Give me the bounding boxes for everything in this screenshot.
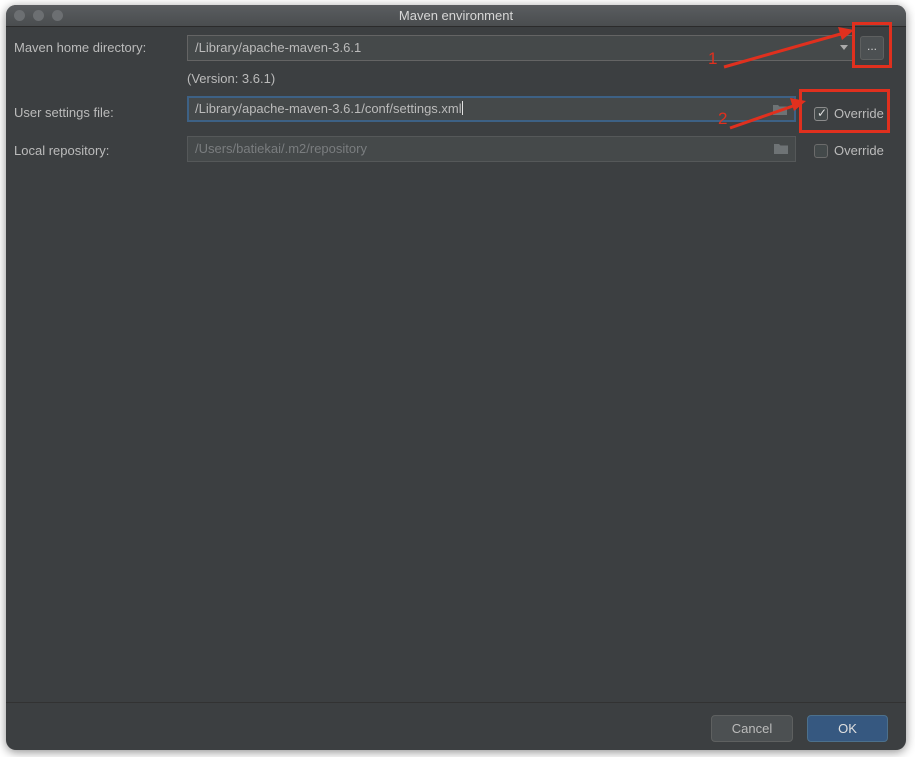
annotation-box-2 [799,89,890,133]
folder-icon [774,144,788,154]
checkbox-box[interactable] [814,144,828,158]
user-settings-label: User settings file: [14,105,114,120]
maven-home-combobox[interactable]: /Library/apache-maven-3.6.1 [187,35,854,61]
cancel-button[interactable]: Cancel [711,715,793,742]
maven-home-label: Maven home directory: [14,40,147,55]
maven-home-value: /Library/apache-maven-3.6.1 [195,40,362,55]
text-cursor [461,101,463,115]
user-settings-field[interactable]: /Library/apache-maven-3.6.1/conf/setting… [187,96,796,122]
override-label: Override [834,143,884,158]
local-repository-value: /Users/batiekai/.m2/repository [195,141,367,156]
local-repository-label: Local repository: [14,143,110,158]
footer-divider [6,702,906,703]
annotation-number-1: 1 [708,49,718,68]
chevron-down-icon[interactable] [840,45,848,50]
annotation-number-2: 2 [718,109,728,128]
window-title: Maven environment [398,8,514,23]
ok-button[interactable]: OK [807,715,888,742]
local-repository-field: /Users/batiekai/.m2/repository [187,136,796,162]
title-bar: Maven environment [6,5,906,27]
annotation-box-1 [852,22,892,68]
folder-icon[interactable] [773,104,787,115]
maven-environment-dialog: Maven environment Maven home directory: … [6,5,906,750]
user-settings-value: /Library/apache-maven-3.6.1/conf/setting… [195,101,462,116]
maven-version-text: (Version: 3.6.1) [187,71,276,86]
